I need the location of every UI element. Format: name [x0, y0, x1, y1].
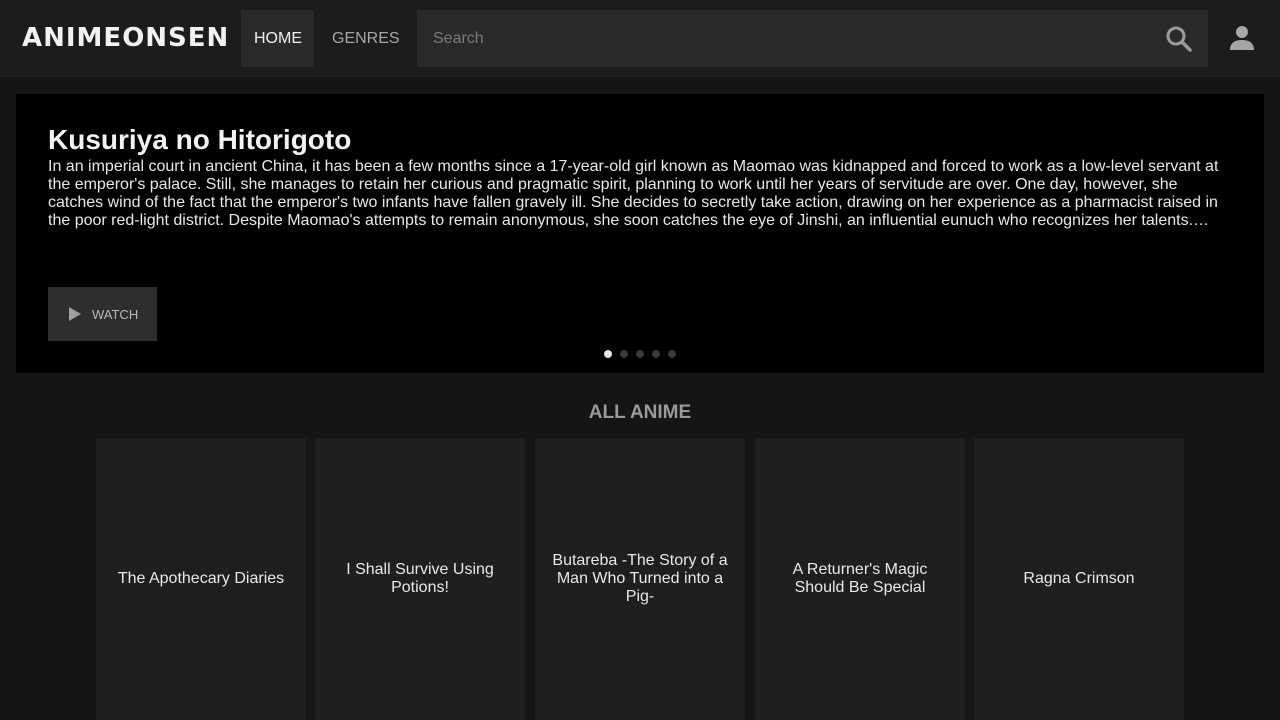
- top-bar: ANIMEONSEN HOME GENRES: [0, 0, 1280, 77]
- anime-card[interactable]: Ragna Crimson: [974, 438, 1184, 720]
- slide-dot-4[interactable]: [652, 350, 660, 358]
- featured-banner: Kusuriya no Hitorigoto In an imperial co…: [16, 94, 1264, 373]
- site-logo[interactable]: ANIMEONSEN: [22, 22, 229, 54]
- search-bar: [417, 10, 1208, 67]
- anime-card-title: Ragna Crimson: [1023, 570, 1135, 587]
- watch-button[interactable]: WATCH: [48, 287, 157, 341]
- slide-indicator: [604, 350, 684, 360]
- section-title-all-anime: ALL ANIME: [588, 402, 692, 423]
- search-icon[interactable]: [1165, 25, 1193, 53]
- featured-description: In an imperial court in ancient China, i…: [48, 158, 1219, 229]
- anime-card-title: A Returner's Magic Should Be Special: [792, 561, 928, 596]
- featured-title: Kusuriya no Hitorigoto: [48, 124, 352, 155]
- anime-card-title: I Shall Survive Using Potions!: [346, 561, 494, 596]
- user-account-icon[interactable]: [1228, 24, 1256, 52]
- anime-card[interactable]: Butareba -The Story of a Man Who Turned …: [535, 438, 745, 720]
- watch-button-label: WATCH: [92, 306, 139, 322]
- nav-tab-genres[interactable]: GENRES: [319, 10, 412, 67]
- anime-card-title: The Apothecary Diaries: [117, 570, 285, 587]
- nav-tab-home[interactable]: HOME: [241, 10, 314, 67]
- slide-dot-3[interactable]: [636, 350, 644, 358]
- anime-card[interactable]: A Returner's Magic Should Be Special: [755, 438, 965, 720]
- anime-card[interactable]: I Shall Survive Using Potions!: [315, 438, 525, 720]
- slide-dot-1[interactable]: [604, 350, 612, 358]
- slide-dot-5[interactable]: [668, 350, 676, 358]
- anime-card[interactable]: The Apothecary Diaries: [96, 438, 306, 720]
- anime-card-title: Butareba -The Story of a Man Who Turned …: [552, 552, 728, 605]
- slide-dot-2[interactable]: [620, 350, 628, 358]
- search-input[interactable]: [417, 10, 1157, 67]
- play-icon: [69, 307, 81, 321]
